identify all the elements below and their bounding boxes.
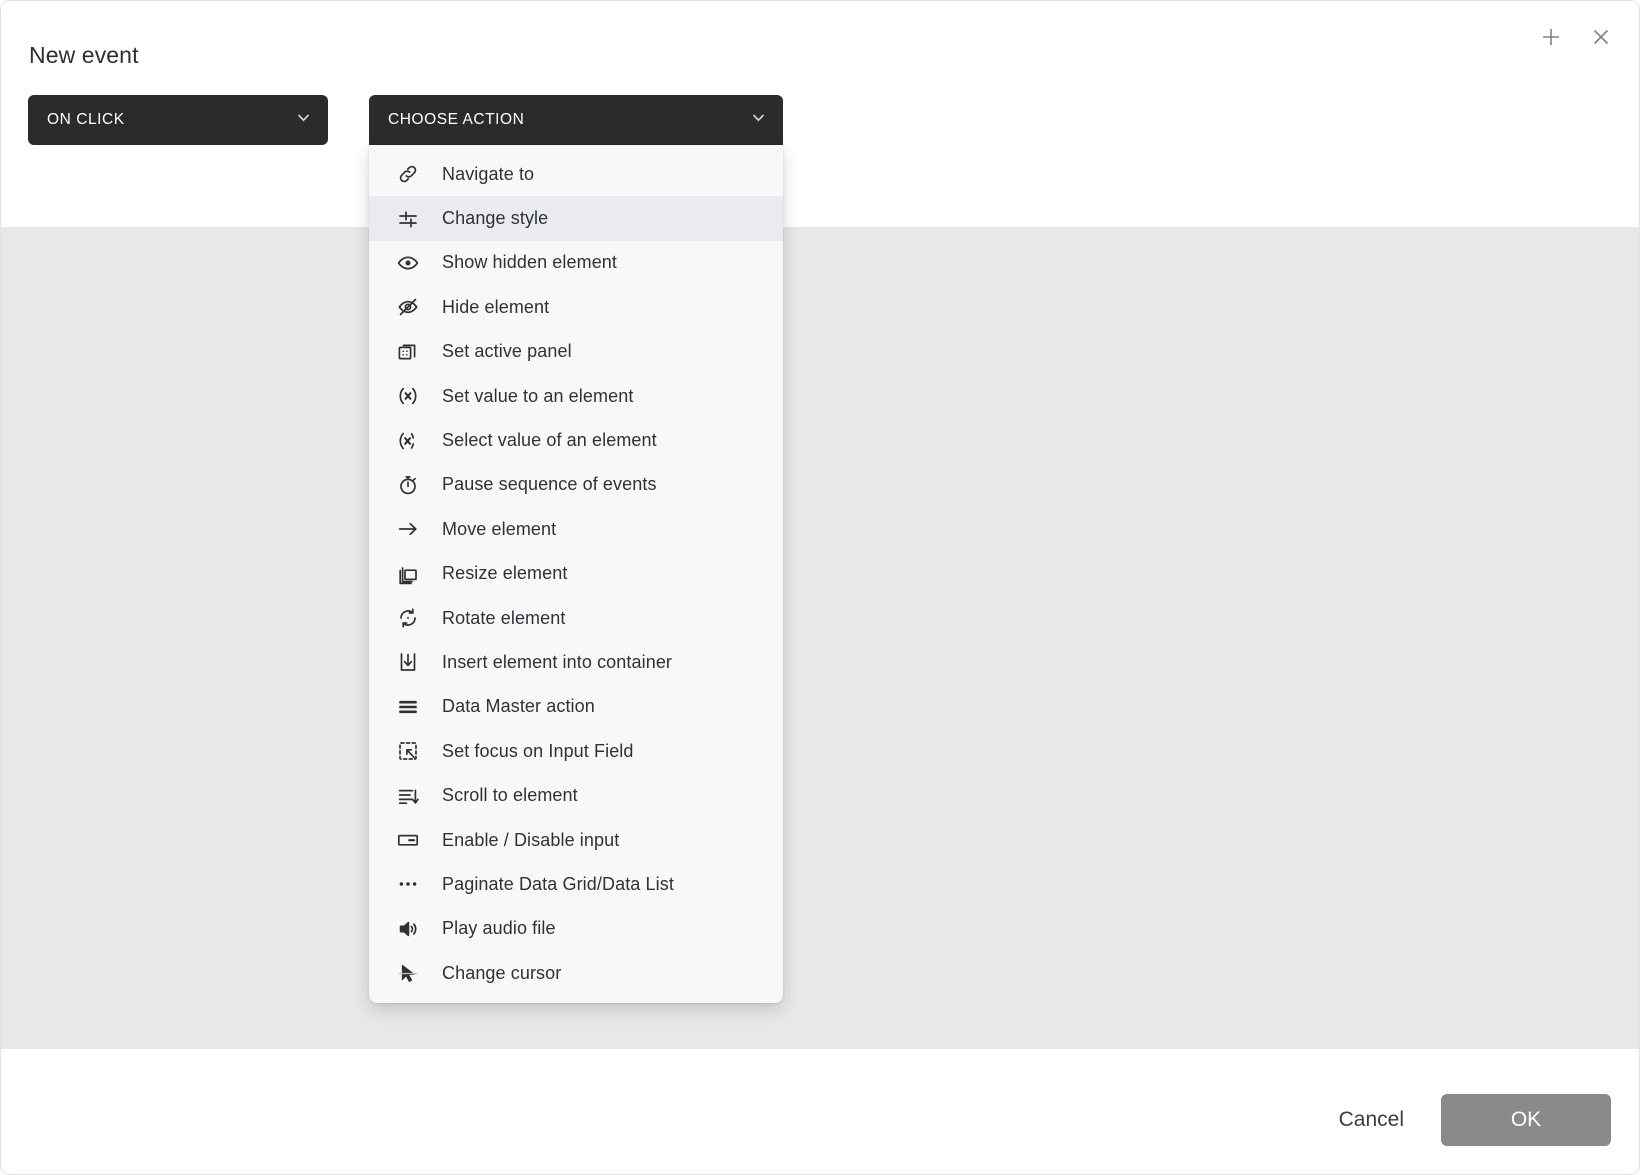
dialog-body bbox=[1, 227, 1639, 1049]
new-event-dialog: New event ON CLICK CHOOSE ACTION Cancel … bbox=[0, 0, 1640, 1175]
menu-item-label: Change style bbox=[442, 208, 549, 229]
cursor-icon bbox=[391, 960, 425, 986]
menu-item[interactable]: Set value to an element bbox=[369, 374, 783, 418]
menu-item-label: Hide element bbox=[442, 296, 550, 317]
add-icon[interactable] bbox=[1533, 19, 1569, 55]
menu-item-label: Resize element bbox=[442, 563, 568, 584]
menu-item-label: Rotate element bbox=[442, 607, 566, 628]
event-trigger-value: ON CLICK bbox=[47, 111, 125, 128]
arrow-right-icon bbox=[391, 516, 425, 542]
menu-item[interactable]: Enable / Disable input bbox=[369, 818, 783, 862]
chevron-down-icon bbox=[750, 109, 767, 131]
dialog-header: New event ON CLICK CHOOSE ACTION bbox=[1, 1, 1639, 227]
menu-item[interactable]: Select value of an element bbox=[369, 418, 783, 462]
menu-item-label: Pause sequence of events bbox=[442, 474, 657, 495]
cancel-button[interactable]: Cancel bbox=[1329, 1100, 1414, 1140]
menu-item[interactable]: Paginate Data Grid/Data List bbox=[369, 862, 783, 906]
ok-button[interactable]: OK bbox=[1441, 1094, 1611, 1146]
sliders-icon bbox=[391, 206, 425, 232]
eye-icon bbox=[391, 250, 425, 276]
menu-item-label: Data Master action bbox=[442, 696, 595, 717]
menu-item-label: Play audio file bbox=[442, 918, 556, 939]
menu-item[interactable]: Rotate element bbox=[369, 596, 783, 640]
choose-action-menu: Navigate to Change style Show hidden eleme… bbox=[369, 146, 783, 1004]
menu-item-label: Set focus on Input Field bbox=[442, 740, 634, 761]
set-value-icon bbox=[391, 383, 425, 409]
menu-item[interactable]: Scroll to element bbox=[369, 773, 783, 817]
resize-icon bbox=[391, 561, 425, 587]
menu-item-label: Paginate Data Grid/Data List bbox=[442, 873, 674, 894]
event-trigger-select[interactable]: ON CLICK bbox=[28, 95, 328, 145]
rotate-icon bbox=[391, 605, 425, 631]
focus-icon bbox=[391, 738, 425, 764]
menu-item[interactable]: Insert element into container bbox=[369, 640, 783, 684]
menu-item[interactable]: Set active panel bbox=[369, 330, 783, 374]
select-value-icon bbox=[391, 428, 425, 454]
close-icon[interactable] bbox=[1583, 19, 1619, 55]
menu-item-label: Move element bbox=[442, 518, 557, 539]
insert-down-icon bbox=[391, 649, 425, 675]
menu-item[interactable]: Change style bbox=[369, 196, 783, 241]
link-icon bbox=[391, 161, 425, 187]
page-title: New event bbox=[29, 42, 139, 68]
speaker-icon bbox=[391, 916, 425, 942]
menu-item-label: Select value of an element bbox=[442, 430, 657, 451]
choose-action-select[interactable]: CHOOSE ACTION bbox=[369, 95, 783, 145]
panels-icon bbox=[391, 339, 425, 365]
menu-item[interactable]: Resize element bbox=[369, 552, 783, 596]
menu-item[interactable]: Move element bbox=[369, 507, 783, 551]
menu-item-label: Insert element into container bbox=[442, 651, 673, 672]
menu-item[interactable]: Pause sequence of events bbox=[369, 463, 783, 507]
window-controls bbox=[1533, 19, 1619, 55]
menu-item-label: Navigate to bbox=[442, 163, 535, 184]
menu-item-label: Enable / Disable input bbox=[442, 829, 620, 850]
menu-item-label: Change cursor bbox=[442, 962, 562, 983]
data-master-icon bbox=[391, 694, 425, 720]
menu-item[interactable]: Data Master action bbox=[369, 685, 783, 729]
menu-item-label: Show hidden element bbox=[442, 252, 618, 273]
menu-item[interactable]: Navigate to bbox=[369, 152, 783, 196]
footer-actions: Cancel OK bbox=[1329, 1094, 1611, 1146]
menu-item[interactable]: Change cursor bbox=[369, 951, 783, 995]
menu-item[interactable]: Play audio file bbox=[369, 907, 783, 951]
choose-action-value: CHOOSE ACTION bbox=[388, 111, 525, 128]
menu-item-label: Scroll to element bbox=[442, 785, 578, 806]
menu-item[interactable]: Hide element bbox=[369, 285, 783, 329]
scroll-down-icon bbox=[391, 783, 425, 809]
dialog-footer: Cancel OK bbox=[1, 1049, 1639, 1174]
stopwatch-icon bbox=[391, 472, 425, 498]
chevron-down-icon bbox=[295, 109, 312, 131]
menu-item[interactable]: Show hidden element bbox=[369, 241, 783, 285]
menu-item-label: Set active panel bbox=[442, 341, 572, 362]
ellipsis-icon bbox=[391, 871, 425, 897]
menu-item-label: Set value to an element bbox=[442, 385, 634, 406]
menu-item[interactable]: Set focus on Input Field bbox=[369, 729, 783, 773]
input-field-icon bbox=[391, 827, 425, 853]
eye-off-icon bbox=[391, 294, 425, 320]
